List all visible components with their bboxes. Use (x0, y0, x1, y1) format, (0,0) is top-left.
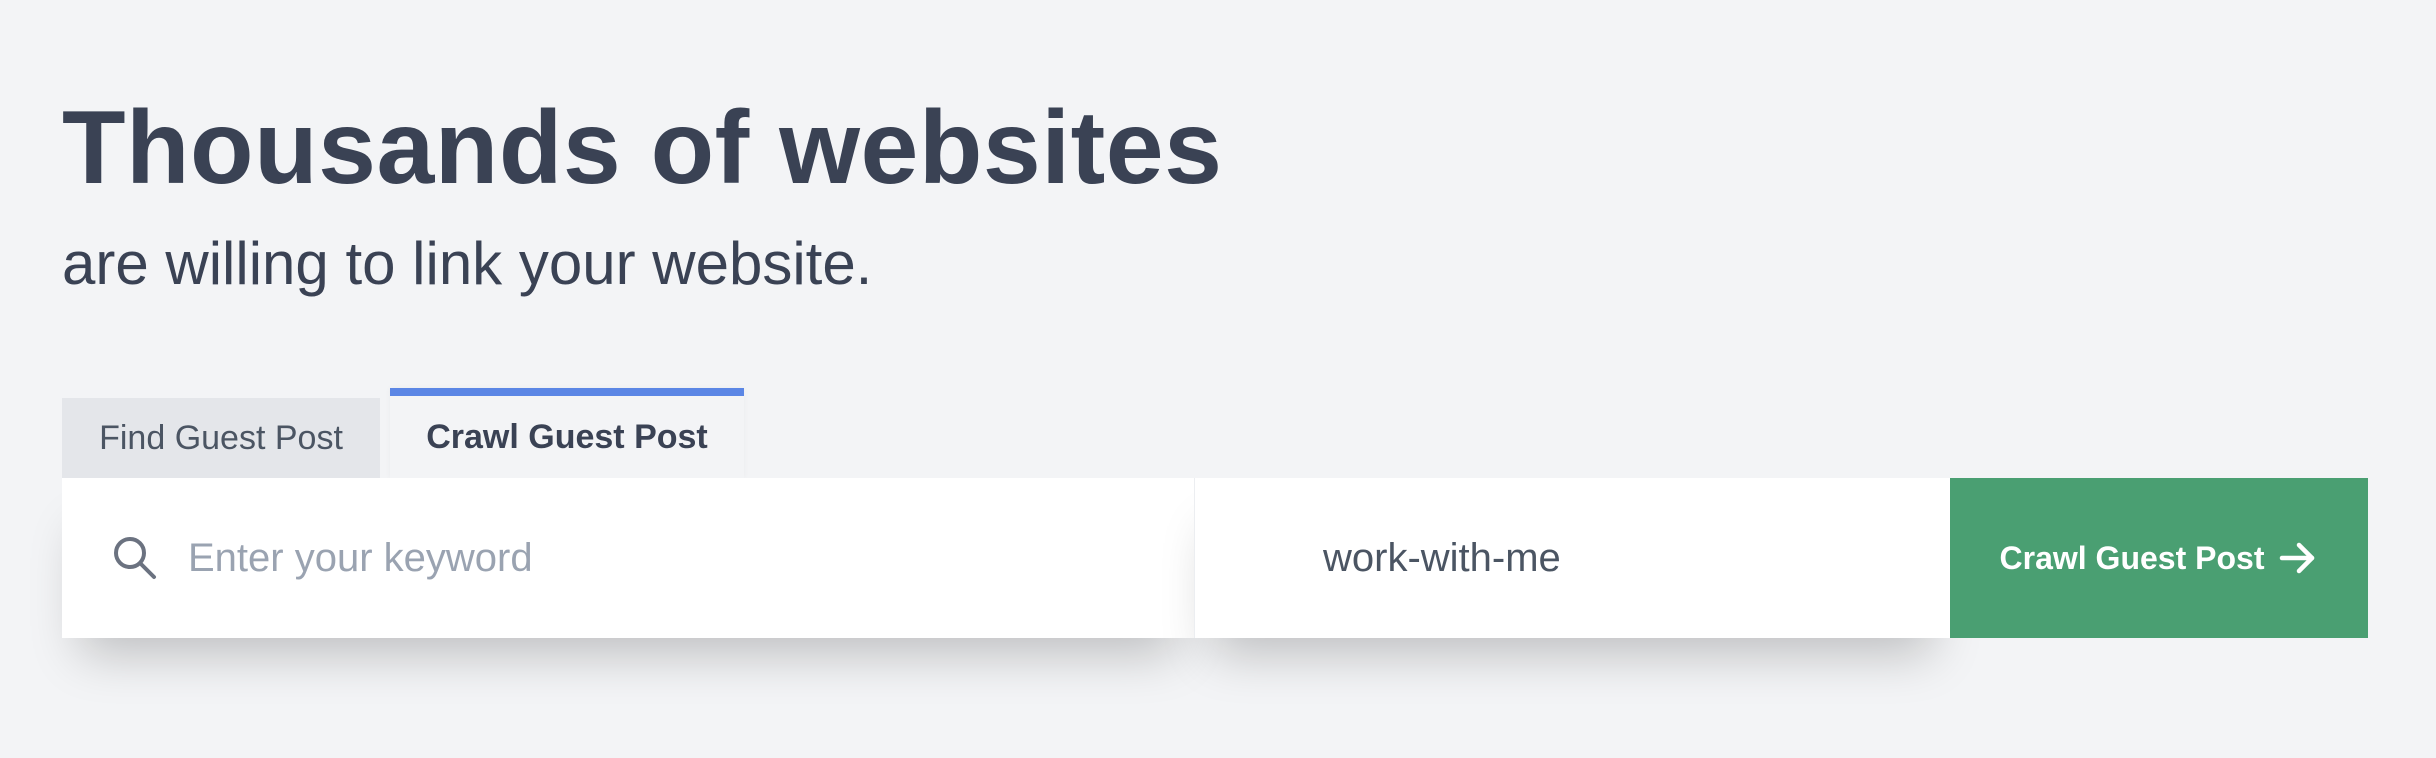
page-title: Thousands of websites (62, 90, 1223, 206)
search-icon (114, 537, 156, 579)
path-input[interactable] (1323, 518, 1923, 598)
button-label: Crawl Guest Post (1999, 539, 2265, 576)
hero-section: Thousands of websites are willing to lin… (62, 0, 2374, 758)
search-bar: Crawl Guest Post (62, 478, 2368, 638)
path-field-container (1194, 478, 1950, 638)
page-subtitle: are willing to link your website. (62, 230, 873, 297)
tab-find-guest-post[interactable]: Find Guest Post (62, 398, 380, 478)
tab-crawl-guest-post[interactable]: Crawl Guest Post (390, 388, 744, 478)
arrow-right-icon (2280, 542, 2315, 574)
keyword-input[interactable] (188, 518, 1148, 598)
keyword-field-container (62, 478, 1194, 638)
tab-label: Find Guest Post (99, 418, 343, 457)
crawl-guest-post-button[interactable]: Crawl Guest Post (1950, 478, 2368, 638)
tab-label: Crawl Guest Post (426, 417, 708, 456)
